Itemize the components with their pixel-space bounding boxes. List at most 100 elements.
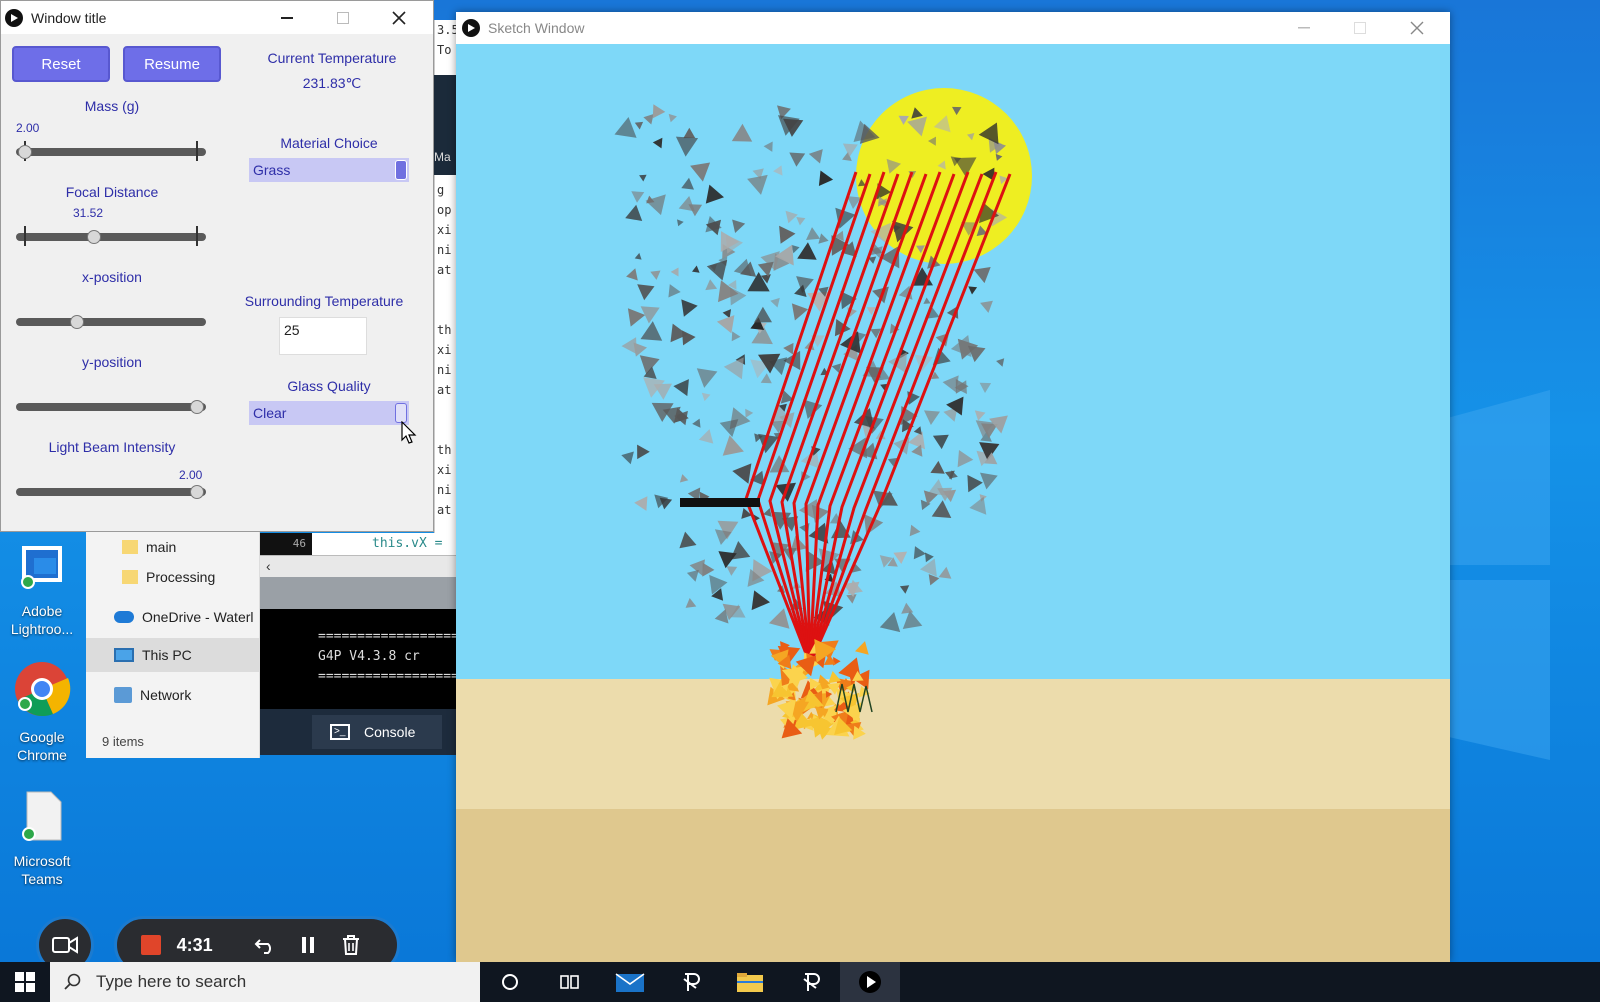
chevron-left-icon[interactable]: ‹ — [266, 558, 271, 574]
explorer-item-label: main — [146, 539, 177, 555]
start-button[interactable] — [0, 962, 50, 1002]
pause-icon — [302, 937, 315, 953]
pause-button[interactable] — [287, 936, 330, 954]
code-fragment: at — [437, 383, 452, 397]
focal-distance-slider[interactable] — [16, 226, 206, 246]
close-button[interactable] — [371, 1, 427, 34]
glass-quality-value: Clear — [253, 405, 287, 421]
slider-thumb[interactable] — [190, 485, 204, 499]
explorer-item-this-pc[interactable]: This PC — [86, 638, 260, 672]
search-icon — [64, 973, 81, 990]
x-position-slider[interactable] — [16, 313, 206, 329]
resume-button[interactable]: Resume — [123, 46, 221, 82]
current-temperature-value: 231.83℃ — [302, 75, 362, 91]
file-icon — [0, 790, 84, 846]
console-tab[interactable]: >_ Console — [312, 715, 442, 749]
mass-slider[interactable] — [16, 141, 206, 161]
sketch-window-titlebar: Sketch Window — [456, 12, 1450, 44]
ide-dark-strip: Ma — [434, 75, 456, 175]
ide-console-output: ================== G4P V4.3.8 cr =======… — [260, 609, 456, 709]
reset-button[interactable]: Reset — [12, 46, 110, 82]
mass-label: Mass (g) — [84, 98, 140, 114]
slider-thumb[interactable] — [69, 315, 84, 329]
material-choice-value: Grass — [253, 162, 291, 178]
light-beam-intensity-value: 2.00 — [179, 468, 203, 482]
explorer-item-label: This PC — [142, 647, 192, 663]
cortana-button[interactable] — [480, 962, 540, 1002]
taskbar-processing-2[interactable] — [780, 962, 840, 1002]
cloud-icon — [114, 611, 134, 623]
sand-lower — [456, 809, 1450, 962]
explorer-item-processing[interactable]: Processing — [86, 560, 260, 594]
close-icon — [1410, 21, 1424, 35]
code-fragment: th — [437, 443, 452, 457]
processing-logo-icon — [5, 8, 23, 27]
desktop-icon-chrome[interactable]: Google Chrome — [0, 660, 84, 764]
explorer-item-onedrive[interactable]: OneDrive - Waterl — [86, 600, 260, 634]
explorer-item-label: Processing — [146, 569, 216, 585]
lightroom-icon — [0, 540, 84, 596]
file-explorer-panel: main Processing OneDrive - Waterl This P… — [86, 530, 260, 758]
glass-quality-label: Glass Quality — [287, 378, 371, 394]
mouse-cursor-icon — [401, 421, 417, 444]
code-fragment: at — [437, 503, 452, 517]
ide-code-line: this.vX = — [312, 533, 456, 555]
glass-quality-dropdown[interactable]: Clear — [249, 401, 409, 425]
maximize-button[interactable] — [1354, 21, 1366, 37]
processing-app-icon — [803, 973, 820, 991]
focal-distance-label: Focal Distance — [65, 184, 159, 200]
taskbar-file-explorer[interactable] — [720, 962, 780, 1002]
y-position-label: y-position — [82, 354, 142, 370]
taskbar-sketch-running[interactable] — [840, 962, 900, 1002]
code-fragment: op — [437, 203, 452, 217]
maximize-button[interactable] — [315, 1, 371, 34]
simulation-canvas[interactable] — [456, 44, 1450, 962]
chrome-icon — [0, 660, 84, 722]
desktop-icon-label: Google Chrome — [17, 729, 67, 763]
undo-icon — [254, 939, 272, 954]
recording-time: 4:31 — [176, 934, 213, 955]
taskbar-search-box[interactable]: Type here to search — [50, 962, 480, 1002]
desktop-icon-teams[interactable]: Microsoft Teams — [0, 790, 84, 888]
taskbar-mail[interactable] — [600, 962, 660, 1002]
code-text: this.vX = — [372, 536, 443, 551]
task-view-button[interactable] — [540, 962, 600, 1002]
delete-recording-button[interactable] — [330, 935, 373, 955]
material-choice-dropdown[interactable]: Grass — [249, 158, 409, 182]
simulation-scene — [456, 44, 1450, 962]
material-choice-label: Material Choice — [280, 135, 378, 151]
desktop-icon-label: Microsoft Teams — [13, 853, 71, 887]
dropdown-arrow-icon[interactable] — [395, 403, 407, 423]
slider-thumb[interactable] — [190, 400, 204, 414]
dropdown-arrow-icon[interactable] — [395, 160, 407, 180]
desktop-icon-label: Adobe Lightroo... — [10, 603, 74, 637]
taskbar-processing-1[interactable] — [660, 962, 720, 1002]
slider-thumb[interactable] — [18, 145, 32, 159]
explorer-item-label: OneDrive - Waterl — [142, 609, 254, 625]
surrounding-temperature-input[interactable]: 25 — [279, 317, 367, 355]
maximize-icon — [337, 11, 349, 24]
code-fragment: ni — [437, 363, 452, 377]
explorer-item-main[interactable]: main — [86, 530, 260, 564]
minimize-button[interactable] — [1298, 20, 1312, 34]
x-position-label: x-position — [82, 269, 142, 285]
video-camera-icon — [52, 936, 78, 954]
light-beam-intensity-slider[interactable] — [16, 483, 206, 499]
explorer-item-network[interactable]: Network — [86, 678, 260, 712]
network-icon — [114, 687, 132, 703]
undo-button[interactable] — [244, 936, 287, 954]
processing-logo-icon — [462, 19, 480, 37]
stop-recording-button[interactable] — [141, 935, 161, 955]
slider-thumb[interactable] — [86, 230, 101, 244]
cortana-icon — [502, 974, 518, 990]
minimize-button[interactable] — [259, 1, 315, 34]
folder-icon — [122, 540, 138, 554]
folder-icon — [737, 973, 763, 992]
desktop-icon-lightroom[interactable]: Adobe Lightroo... — [0, 540, 84, 638]
ide-horizontal-scrollbar[interactable]: ‹ — [260, 555, 456, 577]
close-button[interactable] — [1410, 21, 1424, 38]
mass-value: 2.00 — [16, 121, 40, 135]
play-icon — [859, 971, 881, 993]
processing-app-icon — [683, 973, 700, 991]
y-position-slider[interactable] — [16, 398, 206, 414]
